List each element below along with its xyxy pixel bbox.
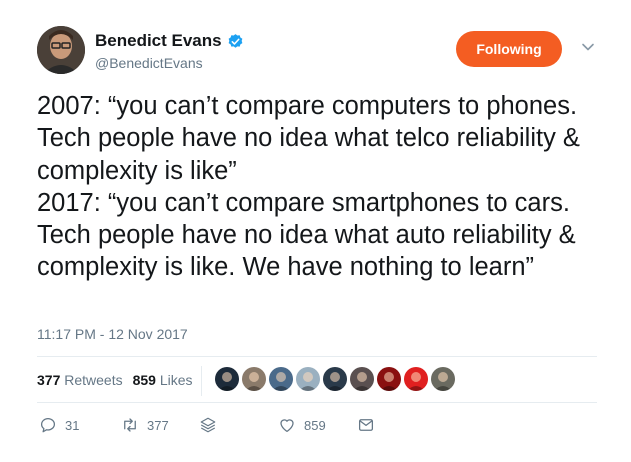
author-handle[interactable]: @BenedictEvans [95, 55, 203, 71]
liker-avatar[interactable] [296, 367, 320, 391]
avatar-photo-icon [37, 26, 85, 74]
liker-photo-icon [296, 367, 320, 391]
liker-photo-icon [377, 367, 401, 391]
likes-count: 859 [132, 372, 156, 388]
liker-photo-icon [242, 367, 266, 391]
retweets-label: Retweets [64, 372, 123, 388]
liker-photo-icon [215, 367, 239, 391]
liker-avatar[interactable] [323, 367, 347, 391]
retweet-count: 377 [147, 417, 169, 433]
author-name-row[interactable]: Benedict Evans [95, 31, 244, 51]
layers-icon [200, 417, 216, 433]
share-button[interactable] [357, 416, 383, 434]
liker-photo-icon [404, 367, 428, 391]
like-count: 859 [304, 417, 326, 433]
avatar[interactable] [37, 26, 85, 74]
divider-top [37, 356, 597, 357]
liker-avatar[interactable] [350, 367, 374, 391]
liker-avatar[interactable] [269, 367, 293, 391]
liker-avatar[interactable] [404, 367, 428, 391]
liker-avatar[interactable] [431, 367, 455, 391]
liker-photo-icon [323, 367, 347, 391]
following-button[interactable]: Following [456, 31, 562, 67]
retweet-button[interactable]: 377 [121, 416, 169, 434]
reply-count: 31 [65, 417, 80, 433]
heart-icon [280, 419, 294, 433]
retweet-icon [124, 418, 136, 432]
reply-button[interactable]: 31 [39, 416, 79, 434]
like-button[interactable]: 859 [278, 416, 326, 434]
likes-label: Likes [159, 372, 193, 388]
envelope-icon [358, 419, 374, 431]
chevron-down-icon[interactable] [580, 39, 596, 55]
tweet-timestamp[interactable]: 11:17 PM - 12 Nov 2017 [37, 326, 188, 342]
liker-photo-icon [431, 367, 455, 391]
direct-message-button[interactable] [199, 416, 225, 434]
divider-bottom [37, 402, 597, 403]
liker-avatar[interactable] [215, 367, 239, 391]
tweet-text: 2007: “you can’t compare computers to ph… [37, 92, 580, 282]
likes-stat[interactable]: 859 Likes [133, 372, 193, 388]
liker-photo-icon [269, 367, 293, 391]
liker-avatar[interactable] [377, 367, 401, 391]
author-name[interactable]: Benedict Evans [95, 31, 222, 51]
liker-avatar[interactable] [242, 367, 266, 391]
retweets-stat[interactable]: 377 Retweets [37, 372, 123, 388]
reply-icon [40, 417, 56, 433]
verified-badge-icon [228, 33, 242, 48]
liker-avatars [215, 367, 458, 391]
tweet-stats: 377 Retweets 859 Likes [37, 372, 203, 388]
liker-photo-icon [350, 367, 374, 391]
retweets-count: 377 [37, 372, 61, 388]
stats-divider [201, 366, 202, 396]
